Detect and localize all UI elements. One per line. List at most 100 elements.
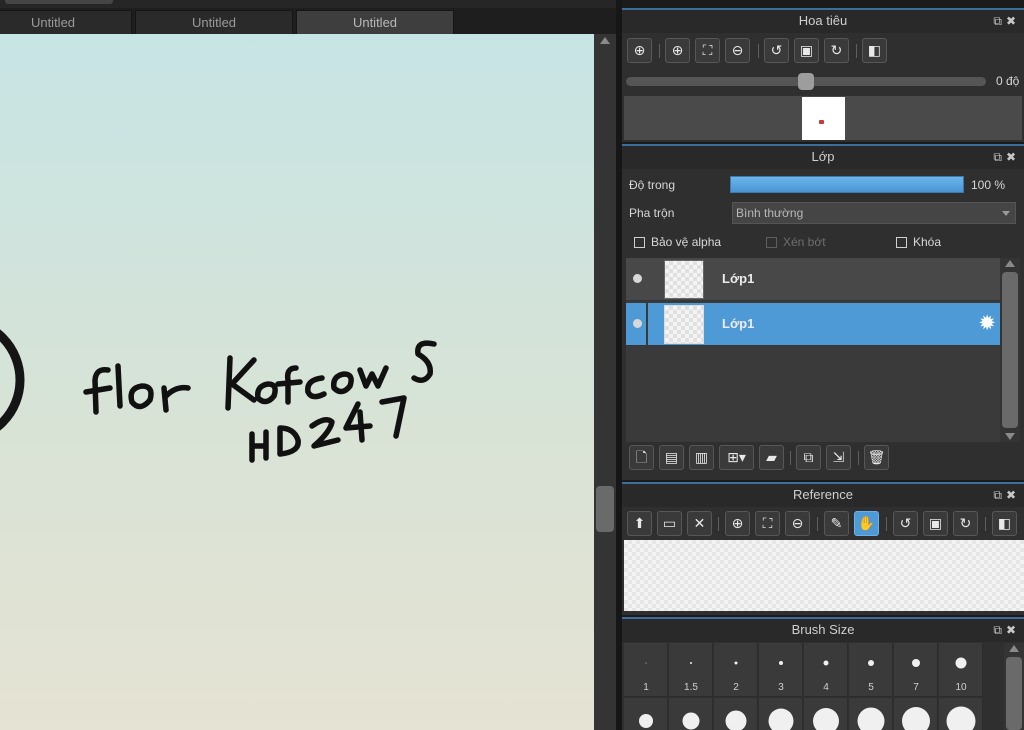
visibility-eye-icon[interactable] <box>633 274 642 283</box>
new-1bit-layer-icon[interactable]: ▥ <box>689 445 714 470</box>
toolbar-separator <box>817 517 818 531</box>
blend-mode-select[interactable]: Bình thường <box>732 202 1016 224</box>
reset-rotation-icon[interactable]: ▣ <box>923 511 948 536</box>
delete-layer-icon[interactable]: 🗑 <box>864 445 889 470</box>
toolbar-separator <box>758 44 759 58</box>
layer-list-scrollbar[interactable] <box>1000 258 1020 442</box>
open-folder-icon[interactable]: ▭ <box>657 511 682 536</box>
zoom-actual-icon[interactable]: ⊕ <box>627 38 652 63</box>
popout-icon[interactable]: ⧉ <box>993 623 1006 637</box>
duplicate-layer-icon[interactable]: ⧉ <box>796 445 821 470</box>
opacity-slider[interactable] <box>730 176 964 193</box>
canvas-vertical-scrollbar[interactable] <box>594 34 616 730</box>
protect-alpha-checkbox[interactable]: Bảo vệ alpha <box>634 235 721 251</box>
close-panel-icon[interactable]: ✖ <box>1006 14 1020 28</box>
checkbox-box[interactable] <box>896 237 907 248</box>
flip-horizontal-icon[interactable]: ◧ <box>992 511 1017 536</box>
new-layer-icon[interactable]: 🗋 <box>629 445 654 470</box>
layer-row[interactable]: Lớp1 <box>626 258 1000 301</box>
brush-dot <box>812 708 839 730</box>
brush-size-cell[interactable] <box>714 698 758 730</box>
popout-icon[interactable]: ⧉ <box>993 14 1006 28</box>
reset-rotation-icon[interactable]: ▣ <box>794 38 819 63</box>
brush-size-cell[interactable]: 2 <box>714 643 758 697</box>
lock-checkbox[interactable]: Khóa <box>896 235 941 251</box>
document-tab-2[interactable]: Untitled <box>135 10 293 34</box>
brush-size-cell[interactable] <box>624 698 668 730</box>
brush-size-cell[interactable] <box>939 698 983 730</box>
brush-size-cell[interactable] <box>759 698 803 730</box>
rotation-slider-knob[interactable] <box>798 73 814 90</box>
scrollbar-thumb[interactable] <box>596 486 614 532</box>
close-panel-icon[interactable]: ✖ <box>1006 150 1020 164</box>
hand-icon[interactable]: ✋ <box>854 511 879 536</box>
scroll-up-arrow-icon[interactable] <box>600 37 610 44</box>
eyedropper-icon[interactable]: ✎ <box>824 511 849 536</box>
brush-dot <box>857 707 884 730</box>
clipping-checkbox[interactable]: Xén bớt <box>766 235 826 251</box>
brush-size-label: 3 <box>778 682 784 693</box>
navigator-preview-thumbnail[interactable] <box>802 97 845 140</box>
brush-size-cell[interactable]: 10 <box>939 643 983 697</box>
scrollbar-thumb[interactable] <box>1002 272 1018 428</box>
rotate-left-icon[interactable]: ↺ <box>893 511 918 536</box>
brush-dot <box>778 661 783 665</box>
scroll-up-arrow-icon[interactable] <box>1009 645 1019 652</box>
scrollbar-thumb[interactable] <box>1006 657 1022 730</box>
popout-icon[interactable]: ⧉ <box>993 150 1006 164</box>
brush-size-cell[interactable]: 7 <box>894 643 938 697</box>
brush-size-cell[interactable]: 1 <box>624 643 668 697</box>
folder-icon[interactable]: ▰ <box>759 445 784 470</box>
close-icon[interactable]: ✕ <box>687 511 712 536</box>
gear-icon[interactable]: ✹ <box>978 312 996 336</box>
brush-size-cell[interactable]: 4 <box>804 643 848 697</box>
brush-size-cell[interactable]: 3 <box>759 643 803 697</box>
rotation-angle-label: 0 độ <box>996 74 1020 88</box>
rotate-right-icon[interactable]: ↻ <box>824 38 849 63</box>
fit-window-icon[interactable]: ⛶ <box>755 511 780 536</box>
rotate-left-icon[interactable]: ↺ <box>764 38 789 63</box>
new-halftone-layer-icon[interactable]: ▤ <box>659 445 684 470</box>
document-tab-1[interactable]: Untitled <box>0 10 132 34</box>
reference-image-area[interactable] <box>624 540 1024 611</box>
layer-row-selected[interactable]: Lớp1 ✹ <box>626 303 1000 346</box>
brush-size-cell[interactable] <box>894 698 938 730</box>
brush-size-cell[interactable] <box>849 698 893 730</box>
brush-size-cell[interactable]: 5 <box>849 643 893 697</box>
brush-size-cell[interactable] <box>804 698 848 730</box>
upload-icon[interactable]: ⬆ <box>627 511 652 536</box>
checkbox-box[interactable] <box>634 237 645 248</box>
fit-window-icon[interactable]: ⛶ <box>695 38 720 63</box>
document-tab-3[interactable]: Untitled <box>296 10 454 34</box>
brush-dot <box>823 660 828 666</box>
zoom-in-icon[interactable]: ⊕ <box>725 511 750 536</box>
brush-size-label: 7 <box>913 682 919 693</box>
add-layer-menu-icon[interactable]: ⊞▾ <box>719 445 754 470</box>
toolbar-separator <box>718 517 719 531</box>
drawing-canvas[interactable] <box>0 34 594 730</box>
panel-window-buttons: ⧉✖ <box>993 619 1020 641</box>
zoom-out-icon[interactable]: ⊖ <box>725 38 750 63</box>
flip-horizontal-icon[interactable]: ◧ <box>862 38 887 63</box>
brush-size-cell[interactable]: 1.5 <box>669 643 713 697</box>
brush-dot <box>911 659 920 667</box>
scroll-down-arrow-icon[interactable] <box>1005 433 1015 440</box>
layer-panel: Lớp ⧉✖ Độ trong 100 % Pha trộn Bình thườ… <box>622 144 1024 480</box>
close-panel-icon[interactable]: ✖ <box>1006 623 1020 637</box>
opacity-value: 100 % <box>971 178 1006 192</box>
brush-size-label: 10 <box>955 682 967 693</box>
chevron-down-icon <box>1002 211 1010 216</box>
scroll-up-arrow-icon[interactable] <box>1005 260 1015 267</box>
visibility-eye-icon[interactable] <box>633 319 642 328</box>
brush-size-scrollbar[interactable] <box>1004 643 1024 730</box>
close-panel-icon[interactable]: ✖ <box>1006 488 1020 502</box>
checkbox-box[interactable] <box>766 237 777 248</box>
brush-size-cell[interactable] <box>669 698 713 730</box>
rotate-right-icon[interactable]: ↻ <box>953 511 978 536</box>
toolbar-separator <box>858 451 859 465</box>
popout-icon[interactable]: ⧉ <box>993 488 1006 502</box>
zoom-in-icon[interactable]: ⊕ <box>665 38 690 63</box>
menu-strip <box>0 0 620 8</box>
zoom-out-icon[interactable]: ⊖ <box>785 511 810 536</box>
merge-down-icon[interactable]: ⇲ <box>826 445 851 470</box>
